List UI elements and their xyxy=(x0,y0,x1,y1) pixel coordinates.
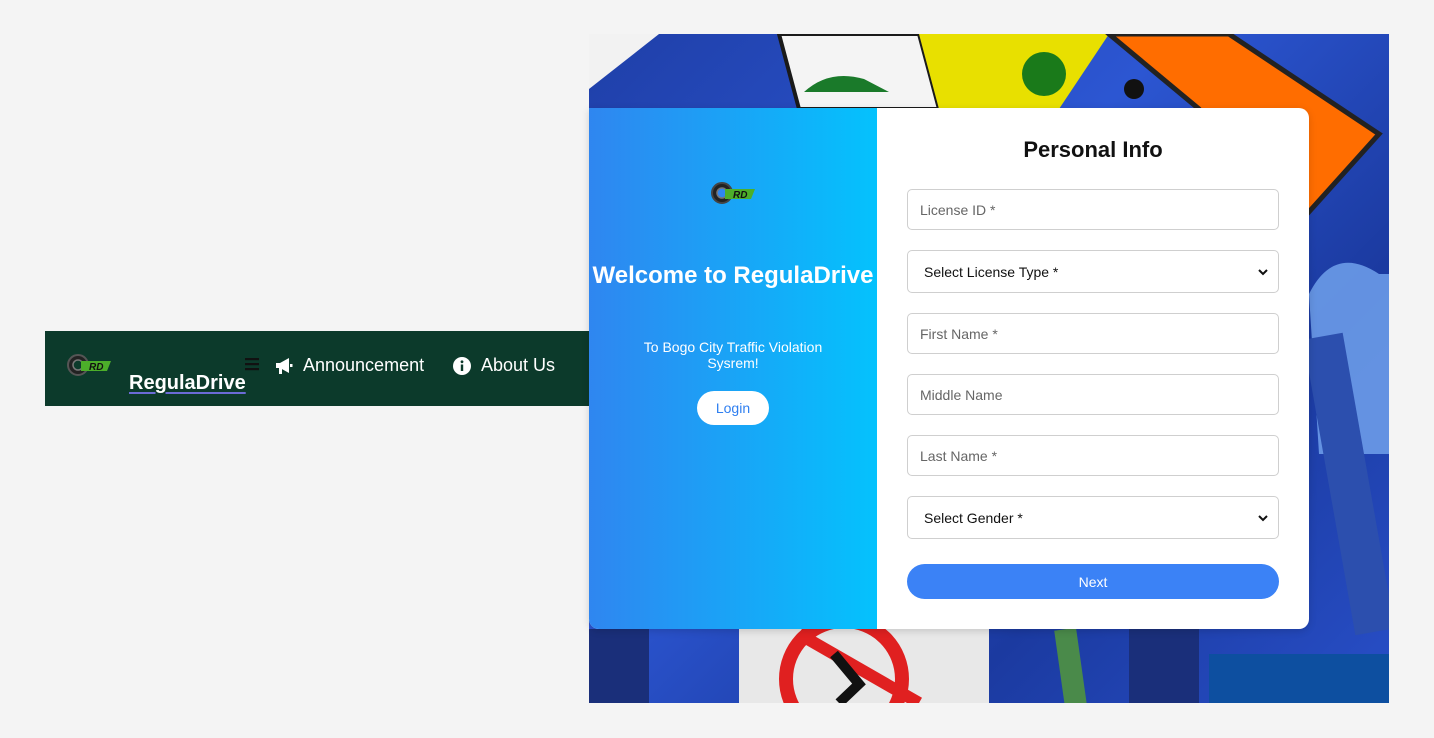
gender-selected: Select Gender * xyxy=(924,509,1023,526)
welcome-pane: RD Welcome to RegulaDrive To Bogo City T… xyxy=(589,108,877,629)
gender-select[interactable]: Select Gender * xyxy=(907,496,1279,539)
registration-card: RD Welcome to RegulaDrive To Bogo City T… xyxy=(589,108,1309,629)
license-type-select[interactable]: Select License Type * xyxy=(907,250,1279,293)
license-type-selected: Select License Type * xyxy=(924,263,1059,280)
top-navbar: RD RegulaDrive Announcement About Us xyxy=(45,331,589,406)
brand-name[interactable]: RegulaDrive xyxy=(129,372,246,395)
chevron-down-icon xyxy=(1258,268,1268,275)
nav-link-label: Announcement xyxy=(303,355,425,375)
info-icon xyxy=(453,356,471,375)
welcome-tagline: To Bogo City Traffic Violation Sysrem! xyxy=(643,339,823,371)
first-name-input[interactable] xyxy=(907,313,1279,354)
regula-drive-logo: RD xyxy=(711,182,755,204)
last-name-input[interactable] xyxy=(907,435,1279,476)
welcome-heading: Welcome to RegulaDrive xyxy=(592,262,874,289)
megaphone-icon xyxy=(276,357,293,374)
svg-text:RD: RD xyxy=(733,190,747,201)
form-title: Personal Info xyxy=(1023,137,1163,162)
regula-drive-logo[interactable]: RD xyxy=(67,351,113,379)
chevron-down-icon xyxy=(1258,514,1268,521)
svg-text:RD: RD xyxy=(89,362,103,373)
middle-name-input[interactable] xyxy=(907,374,1279,415)
login-button[interactable]: Login xyxy=(697,391,769,425)
personal-info-form: Personal Info Select License Type * Sele… xyxy=(877,108,1309,629)
nav-link-label: About Us xyxy=(481,355,556,375)
license-id-input[interactable] xyxy=(907,189,1279,230)
nav-link-announcement[interactable]: Announcement xyxy=(274,355,424,376)
next-button[interactable]: Next xyxy=(907,564,1279,599)
hamburger-icon[interactable] xyxy=(244,356,260,372)
nav-link-about-us[interactable]: About Us xyxy=(452,355,555,376)
